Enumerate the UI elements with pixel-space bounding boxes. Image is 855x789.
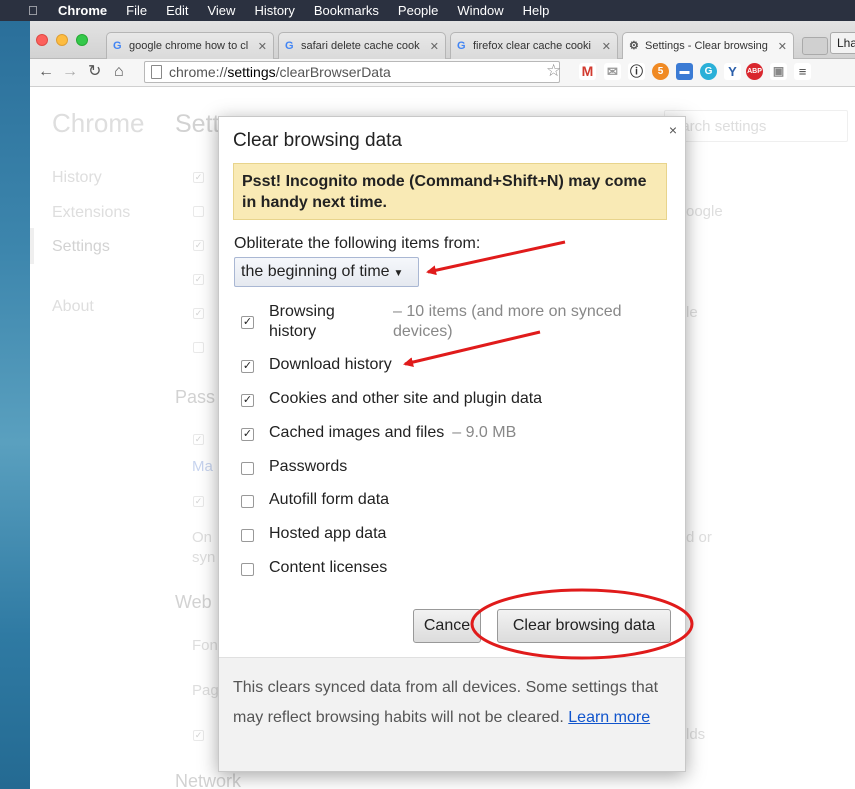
item-download-history[interactable]: ✓ Download history xyxy=(241,356,392,374)
clear-browsing-data-button[interactable]: Clear browsing data xyxy=(497,609,671,643)
close-window-button[interactable] xyxy=(36,34,48,46)
bookmark-star-icon[interactable]: ☆ xyxy=(546,61,561,81)
calendar-icon[interactable]: ▬ xyxy=(676,63,693,80)
checkbox[interactable] xyxy=(241,529,254,542)
item-cached-images[interactable]: ✓ Cached images and files – 9.0 MB xyxy=(241,424,516,442)
url-scheme: chrome:// xyxy=(169,64,228,80)
mail-icon[interactable]: ✉ xyxy=(604,63,621,80)
checkbox[interactable]: ✓ xyxy=(241,360,254,373)
item-detail: – 10 items (and more on synced devices) xyxy=(393,303,622,340)
tab-close-icon[interactable]: ✕ xyxy=(778,40,787,53)
obliterate-label: Obliterate the following items from: xyxy=(234,235,481,252)
menu-help[interactable]: Help xyxy=(523,3,550,18)
forward-arrow-icon[interactable]: → xyxy=(62,62,78,82)
url-path: /clearBrowserData xyxy=(275,64,391,80)
tab-title: firefox clear cache cooki xyxy=(473,40,591,52)
google-icon: G xyxy=(113,40,122,52)
cancel-button[interactable]: Cance xyxy=(413,609,481,643)
page-extension-icon[interactable]: ▣ xyxy=(770,63,787,80)
zoom-window-button[interactable] xyxy=(76,34,88,46)
item-label: Browsing history xyxy=(269,303,335,340)
back-arrow-icon[interactable]: ← xyxy=(38,62,54,82)
tab-close-icon[interactable]: ✕ xyxy=(258,40,267,53)
item-label: Passwords xyxy=(269,458,348,475)
tab-close-icon[interactable]: ✕ xyxy=(602,40,611,53)
mac-menu-bar:  Chrome File Edit View History Bookmark… xyxy=(0,0,855,21)
menu-people[interactable]: People xyxy=(398,3,438,18)
menu-edit[interactable]: Edit xyxy=(166,3,188,18)
page-icon xyxy=(151,65,162,79)
menu-bookmarks[interactable]: Bookmarks xyxy=(314,3,379,18)
item-label: Download history xyxy=(269,356,392,373)
orange-extension-icon[interactable]: 5 xyxy=(652,63,669,80)
item-label: Hosted app data xyxy=(269,525,387,542)
info-icon[interactable]: ⓘ xyxy=(628,63,645,80)
shield-extension-icon[interactable]: Y xyxy=(724,63,741,80)
tab-close-icon[interactable]: ✕ xyxy=(430,40,439,53)
close-icon[interactable]: × xyxy=(669,122,677,138)
item-autofill[interactable]: Autofill form data xyxy=(241,491,389,509)
home-icon[interactable]: ⌂ xyxy=(114,62,124,82)
url-host: settings xyxy=(227,64,276,80)
dialog-title: Clear browsing data xyxy=(233,130,402,151)
menu-app-name[interactable]: Chrome xyxy=(58,3,107,18)
menu-file[interactable]: File xyxy=(126,3,147,18)
clear-browsing-data-dialog: Clear browsing data × Psst! Incognito mo… xyxy=(218,116,686,772)
dialog-footer: This clears synced data from all devices… xyxy=(219,657,685,771)
address-bar[interactable]: chrome://settings/clearBrowserData xyxy=(144,61,560,83)
item-detail: – 9.0 MB xyxy=(452,424,517,441)
item-label: Cached images and files xyxy=(269,424,445,441)
browser-toolbar: ← → ↻ ⌂ chrome://settings/clearBrowserDa… xyxy=(30,59,855,87)
checkbox[interactable] xyxy=(241,563,254,576)
item-passwords[interactable]: Passwords xyxy=(241,458,347,476)
tab-google-chrome[interactable]: G google chrome how to cl ✕ xyxy=(106,32,274,59)
incognito-tip-banner: Psst! Incognito mode (Command+Shift+N) m… xyxy=(233,163,667,220)
item-content-licenses[interactable]: Content licenses xyxy=(241,559,387,577)
tab-settings[interactable]: ⚙ Settings - Clear browsing ✕ xyxy=(622,32,794,59)
tab-firefox[interactable]: G firefox clear cache cooki ✕ xyxy=(450,32,618,59)
tab-title: google chrome how to cl xyxy=(129,40,249,52)
checkbox[interactable]: ✓ xyxy=(241,316,254,329)
item-label: Content licenses xyxy=(269,559,388,576)
menu-view[interactable]: View xyxy=(207,3,235,18)
time-range-select[interactable]: the beginning of time ▼ xyxy=(234,257,419,287)
tab-bar: G google chrome how to cl ✕ G safari del… xyxy=(30,21,855,59)
menu-history[interactable]: History xyxy=(254,3,294,18)
item-label: Cookies and other site and plugin data xyxy=(269,390,543,407)
google-icon: G xyxy=(285,40,294,52)
menu-window[interactable]: Window xyxy=(457,3,503,18)
item-browsing-history[interactable]: ✓ Browsing history – 10 items (and more … xyxy=(241,302,653,342)
checkbox[interactable]: ✓ xyxy=(241,394,254,407)
checkbox[interactable]: ✓ xyxy=(241,428,254,441)
item-hosted-app-data[interactable]: Hosted app data xyxy=(241,525,386,543)
new-tab-button[interactable] xyxy=(802,37,828,55)
profile-button[interactable]: Lha xyxy=(830,32,855,54)
gmail-icon[interactable]: M xyxy=(579,63,596,80)
tab-title: safari delete cache cook xyxy=(301,40,420,52)
item-cookies[interactable]: ✓ Cookies and other site and plugin data xyxy=(241,390,542,408)
grammarly-icon[interactable]: G xyxy=(700,63,717,80)
tab-title: Settings - Clear browsing xyxy=(645,40,768,52)
learn-more-link[interactable]: Learn more xyxy=(568,709,650,726)
gear-icon: ⚙ xyxy=(629,40,639,52)
dropdown-caret-icon: ▼ xyxy=(393,268,404,279)
reload-icon[interactable]: ↻ xyxy=(88,62,101,82)
minimize-window-button[interactable] xyxy=(56,34,68,46)
tab-safari[interactable]: G safari delete cache cook ✕ xyxy=(278,32,446,59)
time-range-value: the beginning of time xyxy=(241,263,390,280)
google-icon: G xyxy=(457,40,466,52)
checkbox[interactable] xyxy=(241,495,254,508)
desktop-background xyxy=(0,20,30,789)
chrome-menu-icon[interactable]: ≡ xyxy=(794,63,811,80)
item-label: Autofill form data xyxy=(269,491,390,508)
checkbox[interactable] xyxy=(241,462,254,475)
apple-icon[interactable]:  xyxy=(28,3,42,18)
adblock-icon[interactable]: ABP xyxy=(746,63,763,80)
